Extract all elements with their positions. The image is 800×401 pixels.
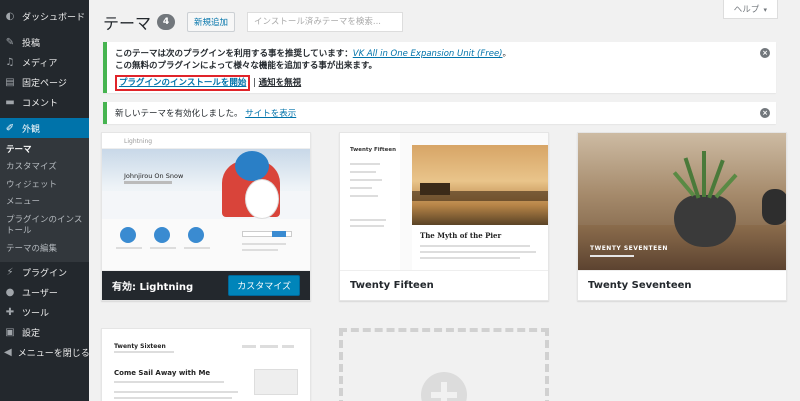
chevron-down-icon: ▾ <box>761 6 767 14</box>
notice-line2: この無料のプラグインによって様々な機能を追加する事が出来ます。 <box>115 61 377 71</box>
theme-bar-lightning: 有効: Lightning カスタマイズ <box>102 270 310 300</box>
close-icon[interactable]: × <box>760 48 770 58</box>
theme-card-twenty-seventeen[interactable]: TWENTY SEVENTEEN Twenty Seventeen <box>577 132 787 301</box>
view-site-link[interactable]: サイトを表示 <box>245 109 296 119</box>
sixteen-hero-title: Come Sail Away with Me <box>114 369 211 377</box>
submenu-install-plugins[interactable]: プラグインのインストール <box>0 212 89 241</box>
notice-separator: | <box>253 78 256 88</box>
menu-collapse[interactable]: ◀ メニューを閉じる <box>0 342 90 362</box>
help-tab-label: ヘルプ <box>733 5 760 15</box>
lightning-hero-title: Johnjirou On Snow <box>124 172 184 180</box>
sixteen-site-title: Twenty Sixteen <box>114 343 166 350</box>
menu-appearance[interactable]: ✐ 外観 <box>0 118 89 138</box>
theme-screenshot-twenty-fifteen: Twenty Fifteen The Myth of the Pier <box>340 133 548 270</box>
plugin-link[interactable]: VK All in One Expansion Unit (Free) <box>353 49 503 59</box>
theme-screenshot-lightning: Lightning Johnjirou On Snow <box>102 133 310 270</box>
menu-appearance-label: 外観 <box>22 124 41 135</box>
dashboard-icon: ◐ <box>5 10 15 22</box>
theme-bar-twenty-seventeen: Twenty Seventeen <box>578 270 786 300</box>
theme-bar-twenty-fifteen: Twenty Fifteen <box>340 270 548 300</box>
menu-plugins-label: プラグイン <box>22 268 68 279</box>
fifteen-hero-title: The Myth of the Pier <box>420 231 502 240</box>
menu-settings[interactable]: ▣ 設定 <box>0 322 89 342</box>
pin-icon: ✎ <box>5 36 15 48</box>
notice-line1-prefix: このテーマは次のプラグインを利用する事を推奨しています： <box>115 49 353 59</box>
lightning-logo: Lightning <box>124 138 153 145</box>
page-header: テーマ 4 新規追加 <box>103 10 404 34</box>
menu-collapse-label: メニューを閉じる <box>17 348 90 359</box>
main-content: ヘルプ ▾ テーマ 4 新規追加 このテーマは次のプラグインを利用する事を推奨し… <box>89 0 800 401</box>
submenu-widgets[interactable]: ウィジェット <box>0 177 89 194</box>
theme-count-badge: 4 <box>157 14 176 30</box>
menu-dashboard[interactable]: ◐ ダッシュボード <box>0 6 89 26</box>
appearance-submenu: テーマ カスタマイズ ウィジェット メニュー プラグインのインストール テーマの… <box>0 138 89 263</box>
menu-dashboard-label: ダッシュボード <box>22 12 86 23</box>
submenu-menus[interactable]: メニュー <box>0 194 89 211</box>
menu-pages-label: 固定ページ <box>22 78 67 89</box>
menu-pages[interactable]: ▤ 固定ページ <box>0 72 89 92</box>
close-icon[interactable]: × <box>760 108 770 118</box>
theme-screenshot-twenty-sixteen: Twenty Sixteen Come Sail Away with Me <box>102 329 310 401</box>
menu-settings-label: 設定 <box>22 328 41 339</box>
theme-card-twenty-sixteen[interactable]: Twenty Sixteen Come Sail Away with Me <box>101 328 311 401</box>
menu-comments[interactable]: ▬ コメント <box>0 92 89 112</box>
menu-media[interactable]: ♫ メディア <box>0 52 89 72</box>
menu-users[interactable]: ● ユーザー <box>0 282 89 302</box>
menu-media-label: メディア <box>22 58 58 69</box>
add-new-button[interactable]: 新規追加 <box>187 12 236 32</box>
customize-button[interactable]: カスタマイズ <box>228 275 300 296</box>
media-icon: ♫ <box>5 56 15 68</box>
fifteen-site-title: Twenty Fifteen <box>350 147 397 153</box>
active-prefix: 有効: <box>112 282 140 293</box>
dismiss-notice-link[interactable]: 通知を無視 <box>259 78 302 88</box>
menu-tools[interactable]: ✚ ツール <box>0 302 89 322</box>
page-title: テーマ <box>103 14 152 33</box>
add-new-theme-tile[interactable] <box>339 328 549 401</box>
menu-tools-label: ツール <box>22 308 50 319</box>
plugin-icon: ⚡ <box>6 266 14 278</box>
notice-line1-suffix: 。 <box>502 49 512 59</box>
menu-users-label: ユーザー <box>22 288 58 299</box>
theme-name-twenty-fifteen: Twenty Fifteen <box>350 280 434 291</box>
menu-posts-label: 投稿 <box>22 38 41 49</box>
seventeen-site-title: TWENTY SEVENTEEN <box>590 245 668 252</box>
theme-card-twenty-fifteen[interactable]: Twenty Fifteen The Myth of the Pier Twen… <box>339 132 549 301</box>
plugin-notice: このテーマは次のプラグインを利用する事を推奨しています：VK All in On… <box>103 42 776 93</box>
theme-search-input[interactable] <box>247 12 404 32</box>
comments-icon: ▬ <box>5 96 15 108</box>
submenu-customize[interactable]: カスタマイズ <box>0 159 89 176</box>
activated-text: 新しいテーマを有効化しました。 <box>115 109 243 119</box>
submenu-theme-editor[interactable]: テーマの編集 <box>0 241 89 258</box>
menu-comments-label: コメント <box>22 98 59 109</box>
settings-icon: ▣ <box>5 326 15 338</box>
tools-icon: ✚ <box>5 306 15 318</box>
plus-icon <box>421 372 467 401</box>
theme-card-lightning[interactable]: Lightning Johnjirou On Snow 有効: Lightnin… <box>101 132 311 301</box>
brush-icon: ✐ <box>5 122 15 134</box>
install-plugin-link[interactable]: プラグインのインストールを開始 <box>115 75 251 91</box>
theme-name-twenty-seventeen: Twenty Seventeen <box>588 280 692 291</box>
activated-notice: 新しいテーマを有効化しました。 サイトを表示 × <box>103 102 776 124</box>
active-theme-label: 有効: Lightning <box>112 278 193 293</box>
menu-posts[interactable]: ✎ 投稿 <box>0 32 89 52</box>
theme-name-lightning: Lightning <box>139 282 194 293</box>
admin-sidebar: ◐ ダッシュボード ✎ 投稿 ♫ メディア ▤ 固定ページ ▬ コメント ✐ 外… <box>0 0 90 401</box>
menu-plugins[interactable]: ⚡ プラグイン <box>0 262 89 282</box>
submenu-themes[interactable]: テーマ <box>0 142 89 159</box>
users-icon: ● <box>5 286 15 298</box>
help-tab[interactable]: ヘルプ ▾ <box>722 0 778 19</box>
pages-icon: ▤ <box>5 76 15 88</box>
collapse-icon: ◀ <box>4 346 12 358</box>
theme-screenshot-twenty-seventeen: TWENTY SEVENTEEN <box>578 133 786 270</box>
